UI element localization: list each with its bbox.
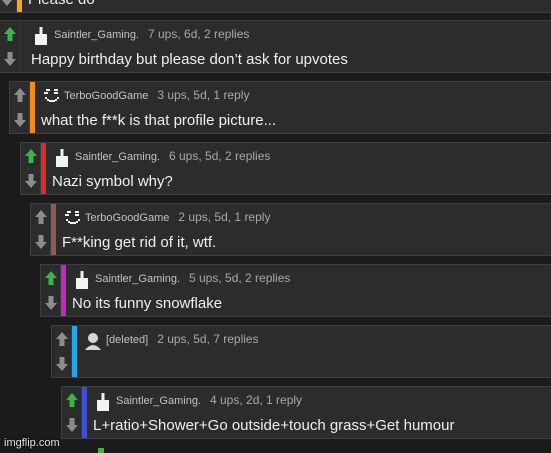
downvote-arrow-icon	[3, 51, 17, 67]
vote-column	[31, 204, 51, 255]
comment-username[interactable]: [deleted]	[106, 334, 148, 346]
comment: Saintler_Gaming. 4 ups, 2d, 1 reply L+rati…	[61, 386, 551, 439]
comment-info: 2 ups, 5d, 1 reply	[178, 210, 271, 224]
next-comment-upvote-edge	[98, 448, 104, 453]
vote-column	[62, 387, 82, 438]
upvote-arrow-icon	[3, 26, 17, 42]
bottle-icon[interactable]	[53, 149, 71, 167]
thread-stripe	[41, 143, 46, 194]
downvote-arrow-icon	[0, 0, 14, 7]
thread-stripe	[30, 82, 35, 133]
vote-column	[0, 0, 17, 12]
comment-text: what the f**k is that profile picture...	[41, 112, 277, 129]
comment-info: 3 ups, 5d, 1 reply	[157, 88, 250, 102]
comment-text: Nazi symbol why?	[52, 173, 173, 190]
thread-stripe	[82, 387, 87, 438]
comment-info: 7 ups, 6d, 2 replies	[148, 27, 250, 41]
upvote-arrow-icon	[34, 209, 48, 225]
comment-info: 4 ups, 2d, 1 reply	[210, 393, 303, 407]
comment-username[interactable]: Saintler_Gaming.	[75, 151, 160, 163]
comment: [deleted] 2 ups, 5d, 7 replies	[51, 325, 551, 378]
imgflip-watermark: imgflip.com	[4, 437, 60, 449]
comment-text: F**king get rid of it, wtf.	[62, 234, 217, 251]
upvote-button[interactable]	[1, 22, 19, 46]
comment-meta: Saintler_Gaming. 6 ups, 5d, 2 replies	[75, 149, 270, 163]
vote-column	[52, 326, 72, 377]
comment: Saintler_Gaming. 7 ups, 6d, 2 replies Happ…	[0, 20, 551, 73]
upvote-arrow-icon	[13, 87, 27, 103]
downvote-arrow-icon	[55, 356, 69, 372]
comment-username[interactable]: TerboGoodGame	[64, 90, 148, 102]
comment-username[interactable]: Saintler_Gaming.	[116, 395, 201, 407]
downvote-button[interactable]	[11, 108, 29, 132]
vote-column	[21, 143, 41, 194]
comment-meta: TerboGoodGame 2 ups, 5d, 1 reply	[85, 210, 270, 224]
upvote-arrow-icon	[24, 148, 38, 164]
default-user-icon[interactable]	[84, 332, 102, 350]
upvote-arrow-icon	[44, 270, 58, 286]
downvote-button[interactable]	[22, 169, 40, 193]
comment-meta: [deleted] 2 ups, 5d, 7 replies	[106, 332, 259, 346]
comment-text: Please do	[28, 0, 95, 8]
pixel-face-icon[interactable]	[42, 88, 60, 106]
downvote-arrow-icon	[24, 173, 38, 189]
downvote-button[interactable]	[63, 413, 81, 437]
comment: TerboGoodGame 3 ups, 5d, 1 reply what the …	[9, 81, 551, 134]
upvote-button[interactable]	[32, 205, 50, 229]
upvote-button[interactable]	[22, 144, 40, 168]
comment: TerboGoodGame 2 ups, 5d, 1 reply F**king g…	[30, 203, 551, 256]
thread-stripe	[61, 265, 66, 316]
comment: Saintler_Gaming. 5 ups, 5d, 2 replies No i…	[40, 264, 551, 317]
comment-meta: Saintler_Gaming. 4 ups, 2d, 1 reply	[116, 393, 302, 407]
comment-info: 5 ups, 5d, 2 replies	[189, 271, 291, 285]
comment: Saintler_Gaming. 6 ups, 5d, 2 replies Nazi…	[20, 142, 551, 195]
comment-info: 2 ups, 5d, 7 replies	[157, 332, 259, 346]
bottle-icon[interactable]	[94, 393, 112, 411]
comment-text: Happy birthday but please don’t ask for …	[31, 51, 348, 68]
downvote-arrow-icon	[44, 295, 58, 311]
vote-column	[0, 21, 20, 72]
thread-stripe	[20, 21, 25, 72]
vote-column	[10, 82, 30, 133]
comment-username[interactable]: TerboGoodGame	[85, 212, 169, 224]
thread-stripe	[17, 0, 22, 12]
comment-meta: TerboGoodGame 3 ups, 5d, 1 reply	[64, 88, 249, 102]
comment-text: No its funny snowflake	[72, 295, 223, 312]
upvote-button[interactable]	[63, 388, 81, 412]
downvote-button[interactable]	[0, 0, 16, 11]
comment-meta: Saintler_Gaming. 7 ups, 6d, 2 replies	[54, 27, 249, 41]
thread-stripe	[72, 326, 77, 377]
bottle-icon[interactable]	[73, 271, 91, 289]
comment-text: L+ratio+Shower+Go outside+touch grass+Ge…	[93, 417, 455, 434]
comment-username[interactable]: Saintler_Gaming.	[54, 29, 139, 41]
comment-username[interactable]: Saintler_Gaming.	[95, 273, 180, 285]
vote-column	[41, 265, 61, 316]
upvote-button[interactable]	[53, 327, 71, 351]
downvote-arrow-icon	[65, 417, 79, 433]
downvote-button[interactable]	[53, 352, 71, 376]
thread-stripe	[51, 204, 56, 255]
downvote-button[interactable]	[42, 291, 60, 315]
upvote-button[interactable]	[11, 83, 29, 107]
upvote-arrow-icon	[55, 331, 69, 347]
upvote-arrow-icon	[65, 392, 79, 408]
comment-partial: Please do	[0, 0, 551, 13]
downvote-button[interactable]	[32, 230, 50, 254]
comment-info: 6 ups, 5d, 2 replies	[169, 149, 271, 163]
bottle-icon[interactable]	[32, 27, 50, 45]
upvote-button[interactable]	[42, 266, 60, 290]
comment-meta: Saintler_Gaming. 5 ups, 5d, 2 replies	[95, 271, 290, 285]
downvote-arrow-icon	[34, 234, 48, 250]
pixel-face-icon[interactable]	[63, 210, 81, 228]
downvote-arrow-icon	[13, 112, 27, 128]
downvote-button[interactable]	[1, 47, 19, 71]
